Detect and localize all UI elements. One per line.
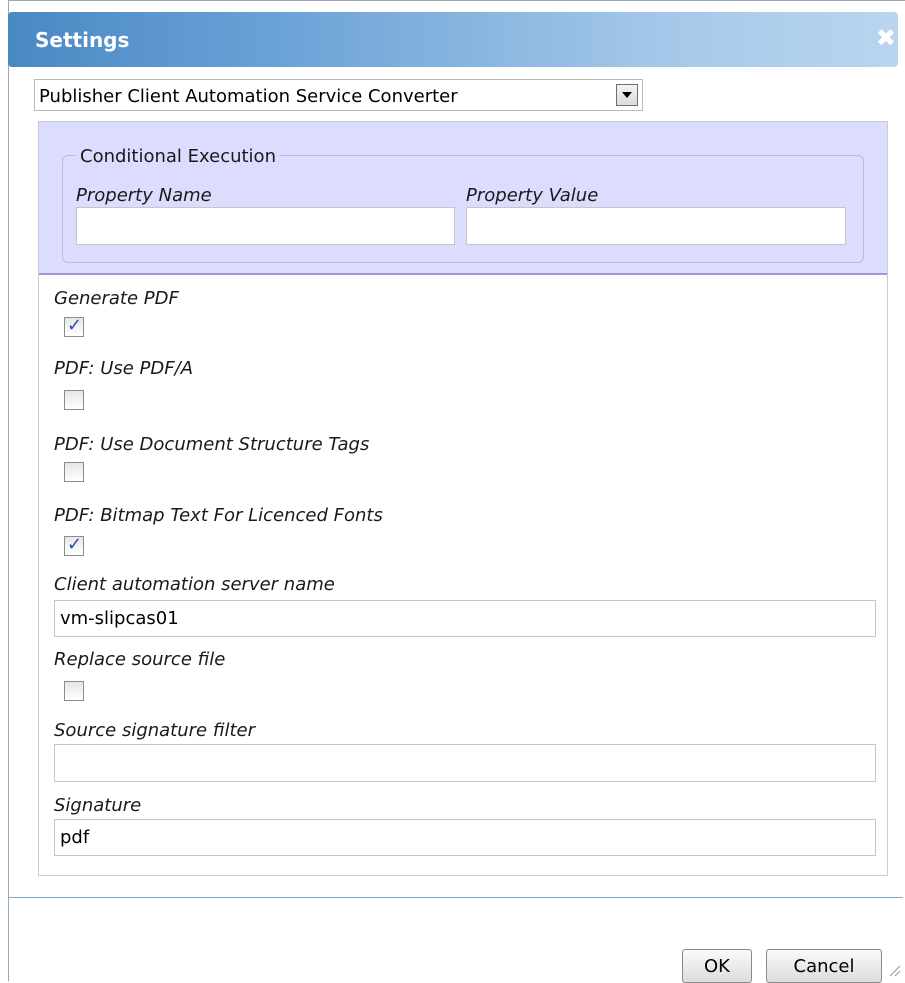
source-filter-label: Source signature filter [54, 720, 256, 741]
bitmap-text-checkbox[interactable] [64, 534, 84, 556]
bitmap-text-label: PDF: Bitmap Text For Licenced Fonts [54, 505, 383, 526]
converter-select[interactable]: Publisher Client Automation Service Conv… [34, 79, 643, 111]
doc-structure-checkbox[interactable] [64, 462, 84, 482]
replace-source-label: Replace source file [54, 649, 226, 670]
replace-source-checkbox[interactable] [64, 681, 84, 701]
doc-structure-label: PDF: Use Document Structure Tags [54, 434, 370, 455]
dialog-titlebar[interactable]: Settings ✖ [8, 12, 898, 67]
source-filter-input[interactable] [54, 744, 876, 782]
ok-button[interactable]: OK [682, 949, 752, 983]
pdf-a-label: PDF: Use PDF/A [54, 358, 194, 379]
close-icon[interactable]: ✖ [876, 26, 896, 50]
dialog-title: Settings [35, 28, 130, 52]
footer-divider [8, 897, 903, 898]
pdf-a-checkbox[interactable] [64, 390, 84, 410]
signature-input[interactable] [54, 819, 876, 856]
server-name-input[interactable] [54, 600, 876, 637]
property-name-label: Property Name [76, 185, 212, 206]
conditional-execution-area: Conditional Execution Property Name Prop… [39, 122, 887, 275]
settings-panel: Conditional Execution Property Name Prop… [38, 121, 888, 876]
property-value-input[interactable] [466, 207, 846, 245]
server-name-label: Client automation server name [54, 574, 335, 595]
resize-grip-icon[interactable] [887, 963, 901, 977]
chevron-down-icon[interactable] [616, 84, 638, 106]
generate-pdf-checkbox[interactable] [64, 315, 84, 337]
property-value-label: Property Value [466, 185, 599, 206]
cancel-button[interactable]: Cancel [766, 949, 882, 983]
converter-select-value: Publisher Client Automation Service Conv… [39, 86, 458, 107]
generate-pdf-label: Generate PDF [54, 288, 179, 309]
signature-label: Signature [54, 795, 142, 816]
conditional-execution-legend: Conditional Execution [76, 146, 280, 167]
property-name-input[interactable] [76, 207, 455, 245]
